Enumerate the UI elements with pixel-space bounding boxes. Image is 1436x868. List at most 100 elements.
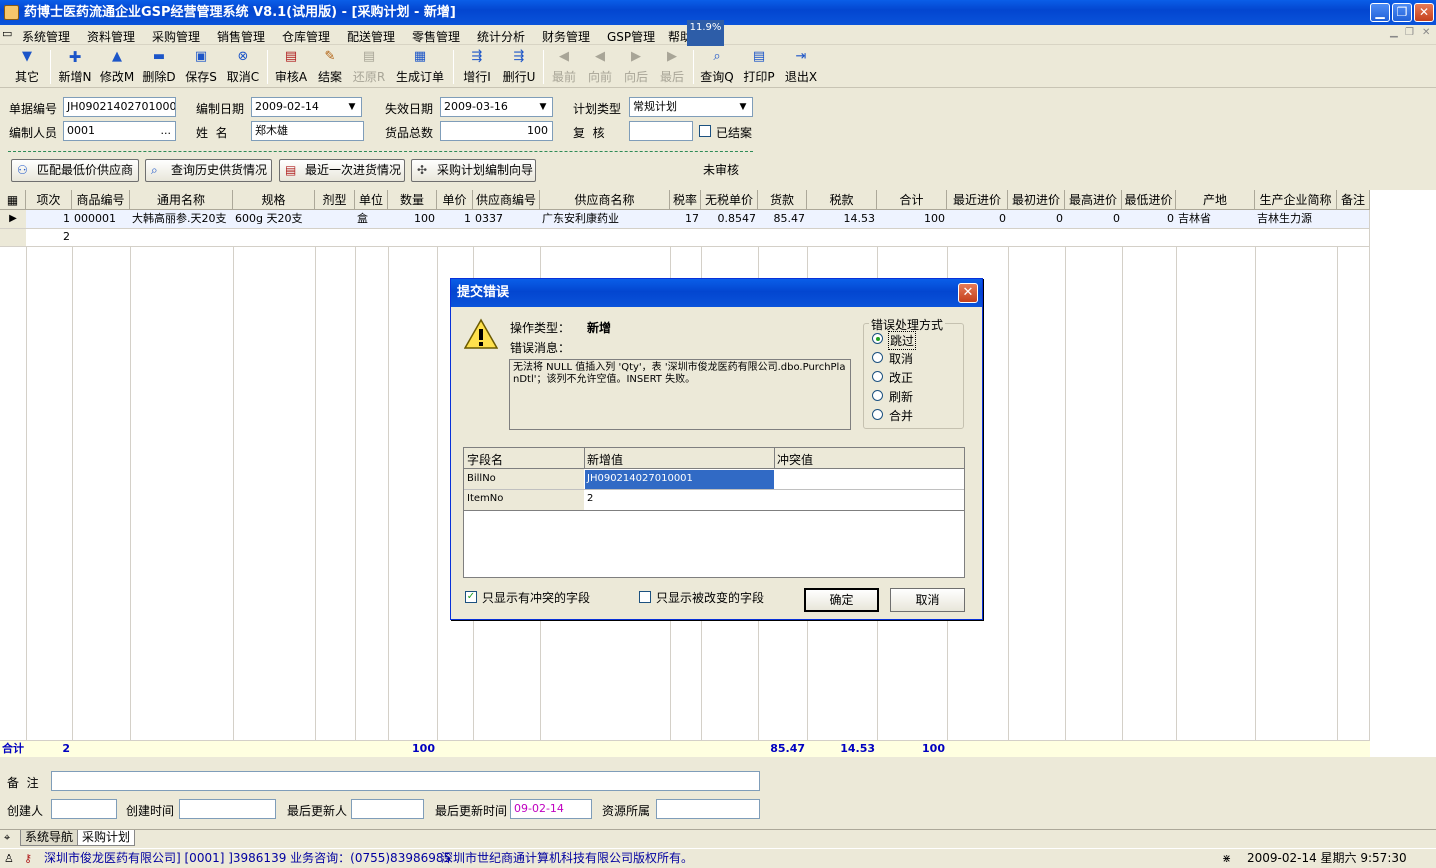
radio-refresh-label[interactable]: 刷新: [889, 388, 913, 405]
pin-icon[interactable]: ⌖: [4, 831, 10, 845]
menu-system[interactable]: 系统管理: [22, 28, 70, 45]
grid-cell[interactable]: 600g 天20支: [233, 210, 315, 228]
cancel-button[interactable]: ⊗ 取消C: [225, 48, 261, 86]
menu-retail[interactable]: 零售管理: [412, 28, 460, 45]
col-header[interactable]: 最高进价: [1065, 190, 1122, 210]
restore-button[interactable]: ▤ 还原R: [351, 48, 387, 86]
col-header[interactable]: 数量: [388, 190, 437, 210]
grid-cell[interactable]: 0337: [473, 210, 540, 228]
last-button[interactable]: ▶ 最后: [657, 48, 687, 86]
col-header[interactable]: 商品编号: [72, 190, 130, 210]
next-button[interactable]: ▶ 向后: [621, 48, 651, 86]
closed-checkbox[interactable]: [699, 125, 711, 137]
grid-cell[interactable]: 广东安利康药业: [540, 210, 670, 228]
mdi-restore-icon[interactable]: ❐: [1405, 27, 1414, 38]
create-time-field[interactable]: [179, 799, 276, 819]
radio-refresh[interactable]: [872, 390, 883, 401]
radio-correct-label[interactable]: 改正: [889, 369, 913, 386]
chevron-down-icon[interactable]: ▼: [736, 99, 750, 115]
col-conflict-value[interactable]: 冲突值: [777, 451, 813, 468]
col-header[interactable]: 最低进价: [1122, 190, 1176, 210]
query-button[interactable]: ⌕ 查询Q: [700, 48, 734, 86]
radio-cancel-label[interactable]: 取消: [889, 350, 913, 367]
col-header[interactable]: 最近进价: [947, 190, 1008, 210]
col-header[interactable]: 无税单价: [701, 190, 758, 210]
radio-correct[interactable]: [872, 371, 883, 382]
delete-button[interactable]: ▬ 删除D: [141, 48, 177, 86]
first-button[interactable]: ◀ 最前: [549, 48, 579, 86]
col-header[interactable]: 税款: [807, 190, 877, 210]
menu-finance[interactable]: 财务管理: [542, 28, 590, 45]
field-table[interactable]: 字段名 新增值 冲突值 BillNo JH090214027010001 Ite…: [463, 447, 965, 578]
table-cell[interactable]: 2: [587, 493, 593, 504]
plan-wizard-button[interactable]: ✣ 采购计划编制向导: [411, 159, 536, 182]
radio-merge[interactable]: [872, 409, 883, 420]
col-header[interactable]: 供应商编号: [473, 190, 540, 210]
radio-skip[interactable]: [872, 333, 883, 344]
grid-cell[interactable]: 1: [437, 210, 473, 228]
grid-cell[interactable]: 吉林生力源: [1255, 210, 1337, 228]
grid-cell[interactable]: 大韩高丽参.天20支: [130, 210, 233, 228]
menu-stats[interactable]: 统计分析: [477, 28, 525, 45]
maker-field[interactable]: 0001...: [63, 121, 176, 141]
col-header[interactable]: 项次: [26, 190, 72, 210]
new-button[interactable]: ✚ 新增N: [57, 48, 93, 86]
col-header[interactable]: 备注: [1337, 190, 1370, 210]
menu-delivery[interactable]: 配送管理: [347, 28, 395, 45]
grid-cell[interactable]: 吉林省: [1176, 210, 1255, 228]
col-field-name[interactable]: 字段名: [467, 451, 503, 468]
grid-cell[interactable]: 85.47: [758, 210, 807, 228]
chevron-down-icon[interactable]: ▼: [536, 99, 550, 115]
chevron-down-icon[interactable]: ▼: [345, 99, 359, 115]
only-conflict-checkbox[interactable]: ✓: [465, 591, 477, 603]
mdi-menu-icon[interactable]: ▭: [2, 27, 12, 40]
mdi-minimize-icon[interactable]: ▁: [1390, 27, 1398, 38]
col-header[interactable]: 生产企业简称: [1255, 190, 1337, 210]
grid-cell[interactable]: 14.53: [807, 210, 877, 228]
last-purchase-button[interactable]: ▤ 最近一次进货情况: [279, 159, 405, 182]
exit-button[interactable]: ⇥ 退出X: [784, 48, 818, 86]
only-changed-checkbox[interactable]: [639, 591, 651, 603]
add-row-button[interactable]: ⇶ 增行I: [460, 48, 494, 86]
match-lowest-supplier-button[interactable]: ⚇ 匹配最低价供应商: [11, 159, 139, 182]
remark-field[interactable]: [51, 771, 760, 791]
grid-cell[interactable]: 0: [1065, 210, 1122, 228]
col-header[interactable]: 单位: [355, 190, 388, 210]
col-header[interactable]: 剂型: [315, 190, 355, 210]
name-field[interactable]: 郑木雄: [251, 121, 364, 141]
table-row[interactable]: [26, 228, 1369, 246]
grid-cell[interactable]: 0: [1008, 210, 1065, 228]
browse-button[interactable]: ...: [161, 122, 172, 140]
col-new-value[interactable]: 新增值: [587, 451, 623, 468]
menu-purchase[interactable]: 采购管理: [152, 28, 200, 45]
tab-system-nav[interactable]: 系统导航: [20, 830, 79, 846]
table-cell[interactable]: JH090214027010001: [587, 473, 693, 484]
close-button[interactable]: ✕: [1414, 3, 1434, 22]
only-conflict-label[interactable]: 只显示有冲突的字段: [482, 589, 590, 606]
col-header[interactable]: 合计: [877, 190, 947, 210]
grid-cell[interactable]: 2: [26, 228, 72, 246]
last-update-time-field[interactable]: 09-02-14: [510, 799, 592, 819]
grid-cell[interactable]: 1: [26, 210, 72, 228]
cancel-dialog-button[interactable]: 取消: [890, 588, 965, 612]
table-cell[interactable]: BillNo: [467, 473, 496, 484]
other-button[interactable]: ▼ 其它: [10, 48, 44, 86]
generate-order-button[interactable]: ▦ 生成订单: [394, 48, 446, 86]
col-header[interactable]: 通用名称: [130, 190, 233, 210]
total-field[interactable]: 100: [440, 121, 553, 141]
radio-merge-label[interactable]: 合并: [889, 407, 913, 424]
query-history-button[interactable]: ⌕ 查询历史供货情况: [145, 159, 272, 182]
maximize-button[interactable]: ❐: [1392, 3, 1412, 22]
grid-cell[interactable]: 100: [877, 210, 947, 228]
table-cell[interactable]: ItemNo: [467, 493, 503, 504]
col-header[interactable]: 货款: [758, 190, 807, 210]
menu-gsp[interactable]: GSP管理: [607, 28, 655, 45]
menu-sales[interactable]: 销售管理: [217, 28, 265, 45]
grid-cell[interactable]: [315, 210, 355, 228]
plan-type-select[interactable]: 常规计划 ▼: [629, 97, 753, 117]
grid-cell[interactable]: 盒: [355, 210, 388, 228]
save-button[interactable]: ▣ 保存S: [183, 48, 219, 86]
col-header[interactable]: 税率: [670, 190, 701, 210]
col-header[interactable]: 产地: [1176, 190, 1255, 210]
bill-no-field[interactable]: JH09021402701000l: [63, 97, 176, 117]
